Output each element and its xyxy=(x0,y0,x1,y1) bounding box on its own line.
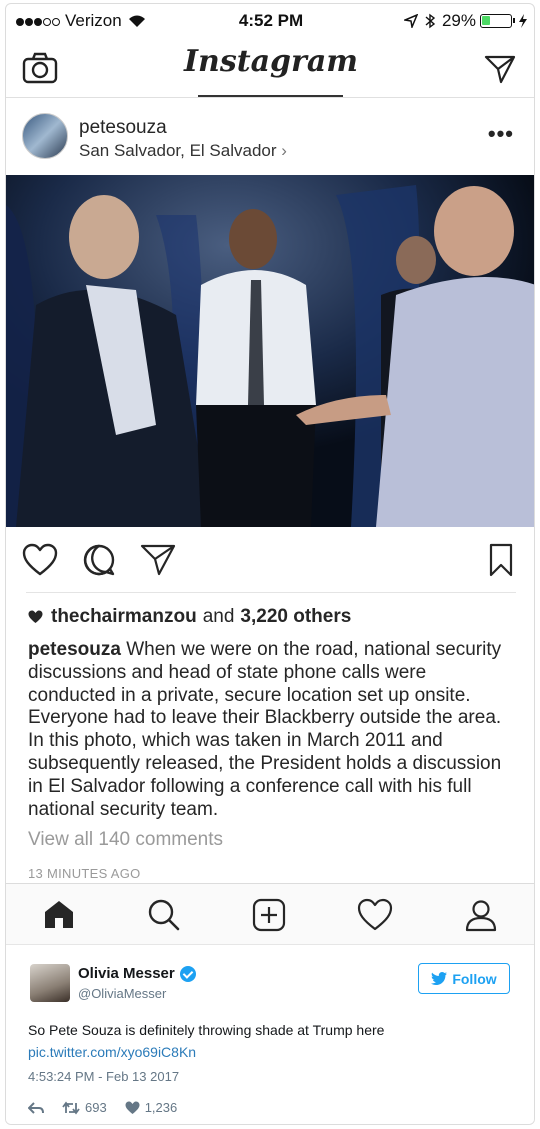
actions-divider xyxy=(26,592,516,593)
tweet-pic-link[interactable]: pic.twitter.com/xyo69iC8Kn xyxy=(28,1044,196,1060)
activity-heart-icon[interactable] xyxy=(357,898,393,932)
status-bar: Verizon 4:52 PM 29% xyxy=(6,4,534,38)
direct-message-icon[interactable] xyxy=(484,54,516,84)
instagram-logo: Instagram xyxy=(184,44,358,79)
location-arrow-icon xyxy=(403,14,418,28)
follow-label: Follow xyxy=(452,970,497,987)
search-icon[interactable] xyxy=(147,898,181,932)
reply-action[interactable] xyxy=(28,1101,44,1114)
tweet-actions: 693 1,236 xyxy=(28,1100,195,1115)
tweet-timestamp[interactable]: 4:53:24 PM - Feb 13 2017 xyxy=(28,1069,179,1084)
post-location-text: San Salvador, El Salvador xyxy=(79,141,277,160)
caption-text: When we were on the road, national secur… xyxy=(28,639,502,820)
likes-others[interactable]: 3,220 others xyxy=(240,606,351,628)
post-actions xyxy=(6,527,534,593)
tweet-author-handle[interactable]: @OliviaMesser xyxy=(78,986,166,1001)
share-icon[interactable] xyxy=(140,543,176,577)
bluetooth-icon xyxy=(425,13,436,29)
verified-badge-icon xyxy=(179,965,196,982)
author-avatar[interactable] xyxy=(22,113,68,159)
charging-bolt-icon xyxy=(519,14,527,28)
bottom-tab-bar xyxy=(6,883,534,945)
likes-user[interactable]: thechairmanzou xyxy=(51,606,197,628)
battery-percent: 29% xyxy=(441,11,476,30)
post-time-ago: 13 MINUTES AGO xyxy=(28,866,141,881)
retweet-count: 693 xyxy=(85,1100,107,1115)
post-username[interactable]: petesouza xyxy=(79,117,167,139)
battery-icon xyxy=(480,14,515,28)
tweet-author-name-row[interactable]: Olivia Messer xyxy=(78,965,196,982)
home-icon[interactable] xyxy=(42,898,76,930)
profile-icon[interactable] xyxy=(464,898,498,932)
tweet-text: So Pete Souza is definitely throwing sha… xyxy=(28,1022,385,1038)
chevron-right-icon: › xyxy=(281,141,287,160)
instagram-header: Instagram xyxy=(6,38,534,98)
add-post-icon[interactable] xyxy=(252,898,286,932)
embedded-tweet: Olivia Messer @OliviaMesser Follow So Pe… xyxy=(6,946,534,1124)
screenshot-frame: Verizon 4:52 PM 29% Instagram petesouza … xyxy=(5,3,535,1125)
like-count: 1,236 xyxy=(144,1100,178,1115)
post-photo[interactable] xyxy=(6,175,534,527)
post-caption: petesouza When we were on the road, nati… xyxy=(28,639,518,821)
bookmark-icon[interactable] xyxy=(488,543,514,577)
post-location[interactable]: San Salvador, El Salvador › xyxy=(79,141,287,161)
retweet-action[interactable]: 693 xyxy=(62,1100,107,1115)
likes-summary[interactable]: thechairmanzou and 3,220 others xyxy=(28,606,351,628)
twitter-bird-icon xyxy=(431,972,448,985)
like-action[interactable]: 1,236 xyxy=(125,1100,178,1115)
like-heart-icon[interactable] xyxy=(22,543,58,577)
tweet-author-avatar[interactable] xyxy=(30,964,70,1002)
follow-button[interactable]: Follow xyxy=(418,963,510,994)
retweet-icon xyxy=(62,1101,80,1114)
reply-icon xyxy=(28,1101,44,1114)
small-heart-icon xyxy=(28,610,43,623)
likes-and: and xyxy=(202,606,235,627)
logo-underline xyxy=(198,95,343,97)
tweet-author-name[interactable]: Olivia Messer xyxy=(78,965,175,982)
tweet-heart-icon xyxy=(125,1101,140,1114)
comment-icon[interactable] xyxy=(82,543,116,577)
view-all-comments-link[interactable]: View all 140 comments xyxy=(28,829,223,851)
post-header: petesouza San Salvador, El Salvador › ••… xyxy=(6,99,534,175)
more-options-icon[interactable]: ••• xyxy=(488,121,514,147)
caption-username[interactable]: petesouza xyxy=(28,639,121,660)
